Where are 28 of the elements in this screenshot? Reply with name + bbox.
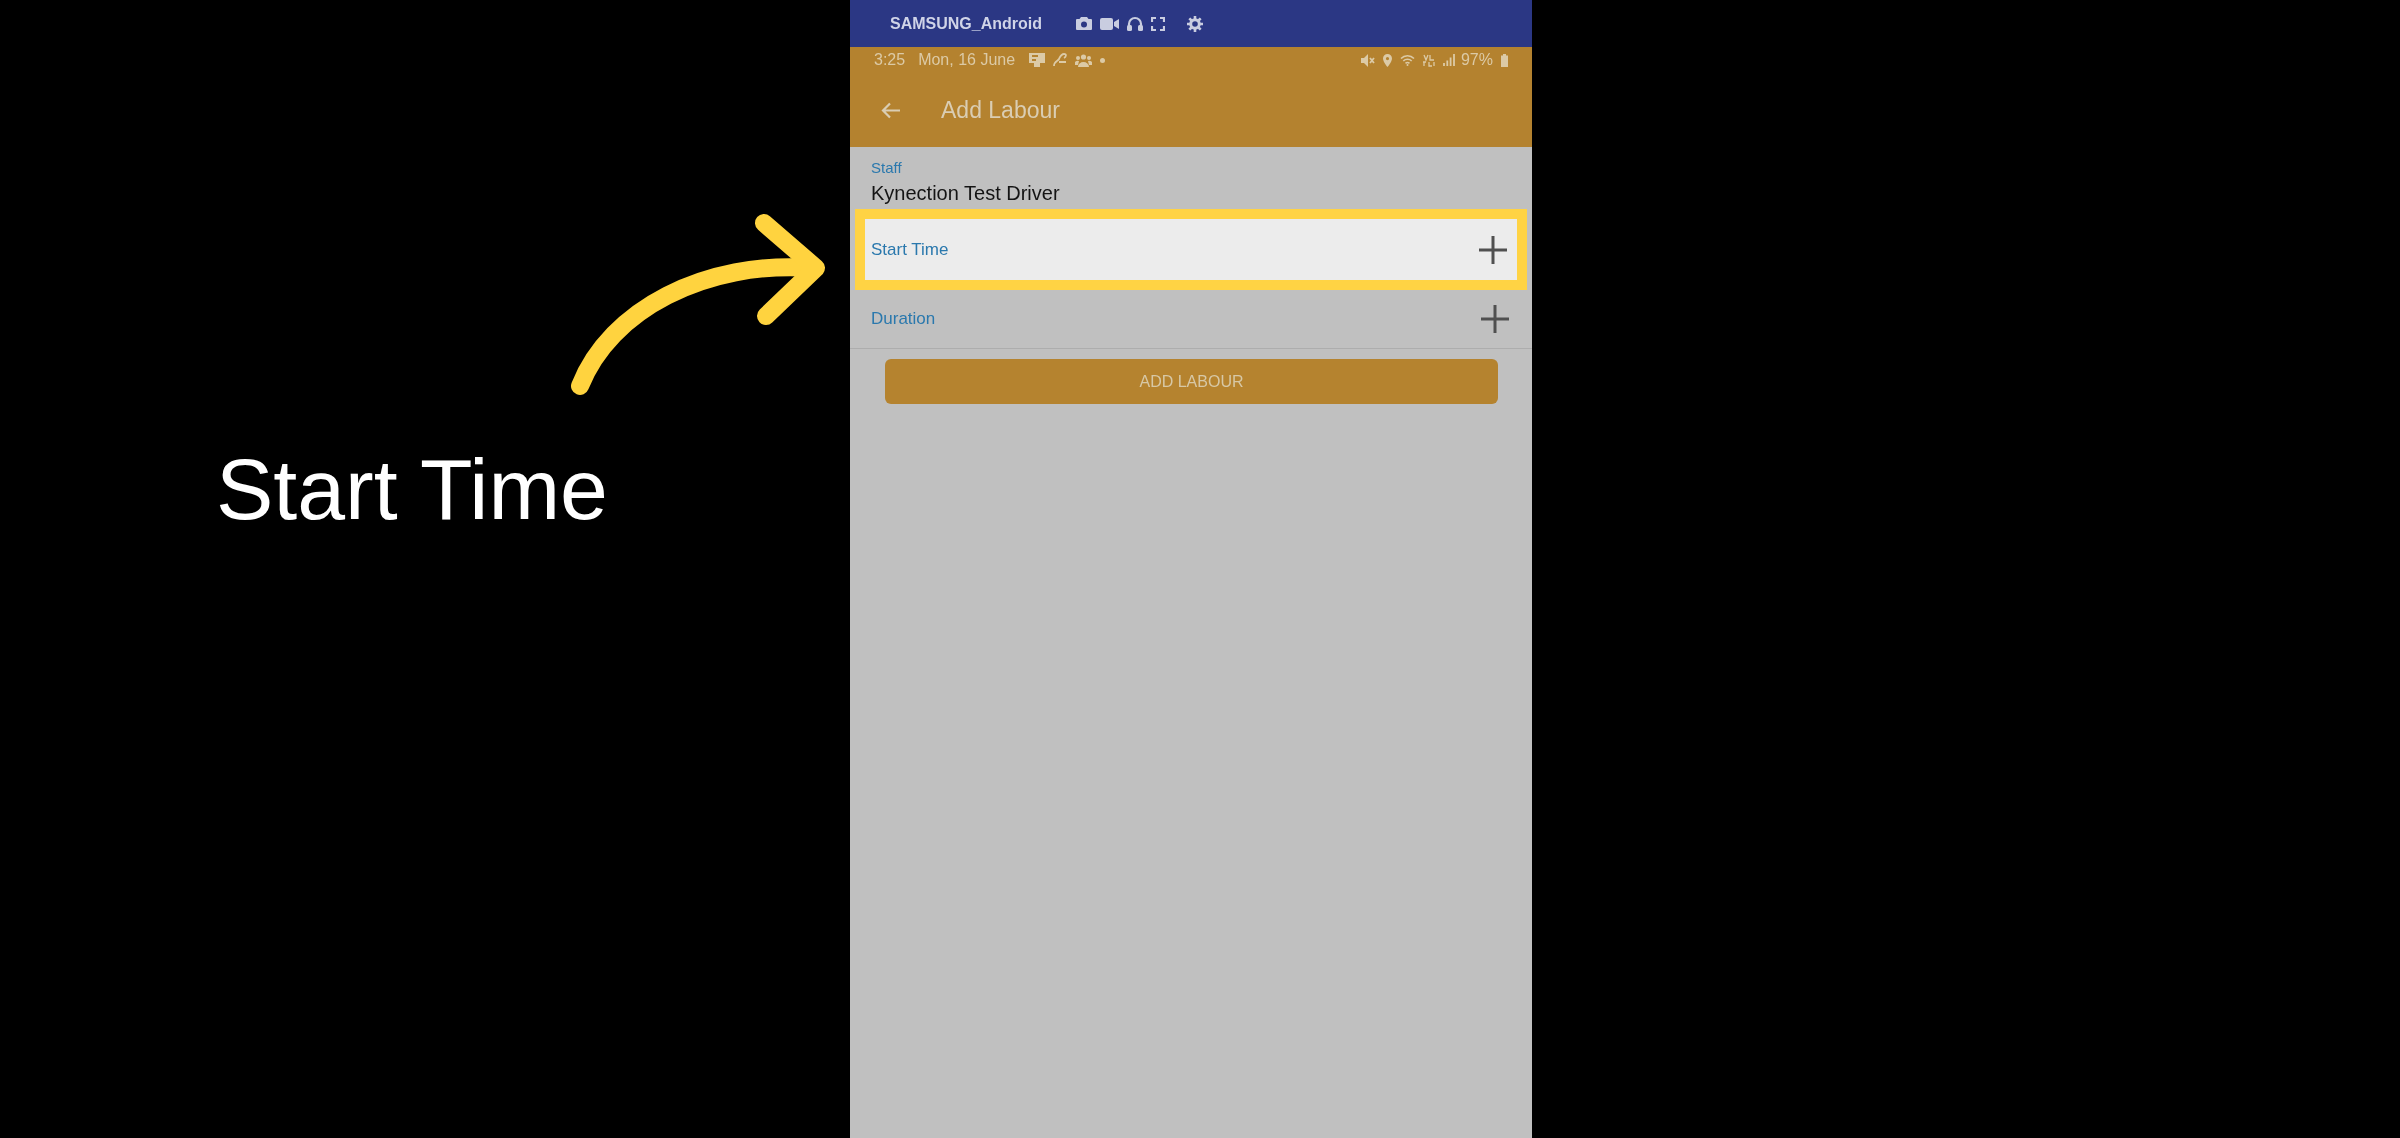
window-title: SAMSUNG_Android	[890, 14, 1042, 33]
status-time: 3:25	[874, 51, 906, 69]
wifi-icon	[1399, 54, 1415, 66]
battery-percent: 97%	[1460, 51, 1493, 69]
form-row[interactable]: Start Time	[865, 219, 1517, 280]
field-value: Kynection Test Driver	[871, 181, 1060, 206]
card-icon	[1029, 53, 1046, 67]
field-label: Staff	[871, 159, 902, 177]
form-row[interactable]: Duration	[850, 290, 1532, 349]
annotation-label: Start Time	[216, 440, 608, 539]
camera-icon[interactable]	[1076, 17, 1092, 30]
video-camera-icon[interactable]	[1100, 17, 1119, 30]
hook-icon	[1053, 53, 1068, 67]
submit-button[interactable]: ADD LABOUR	[885, 359, 1498, 404]
plus-icon	[1481, 305, 1509, 333]
fullscreen-icon[interactable]	[1151, 16, 1165, 31]
status-date: Mon, 16 June	[918, 51, 1016, 69]
location-icon	[1382, 53, 1392, 67]
signal-icon	[1442, 54, 1455, 66]
dot-icon	[1100, 57, 1106, 63]
people-icon	[1075, 53, 1093, 67]
settings-icon[interactable]	[1187, 15, 1203, 32]
plus-icon	[1479, 235, 1507, 264]
battery-icon	[1501, 53, 1508, 67]
volte-icon	[1422, 53, 1435, 67]
headphones-icon[interactable]	[1127, 16, 1143, 31]
screen-title: Add Labour	[941, 96, 1060, 124]
mute-icon	[1360, 53, 1375, 67]
